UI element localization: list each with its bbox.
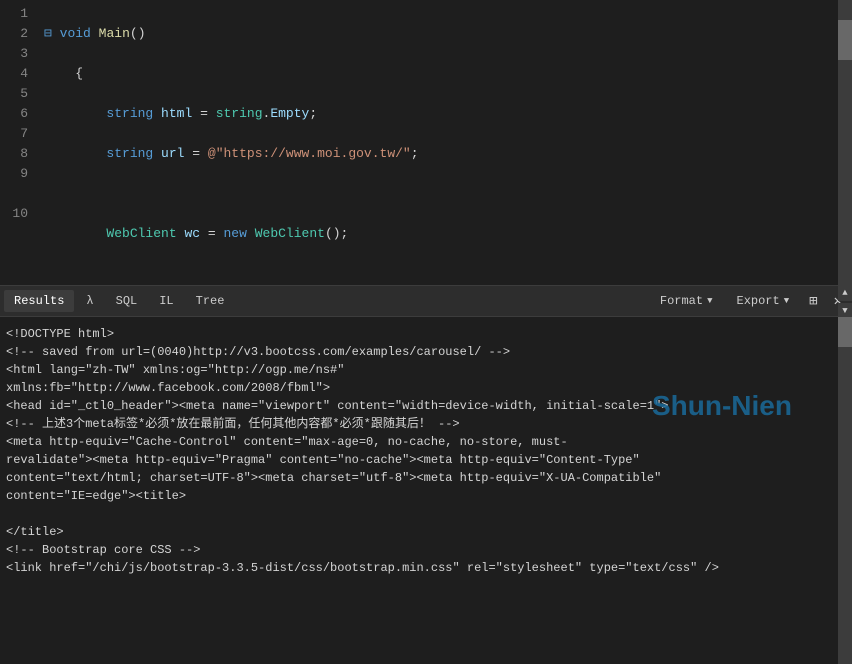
- export-button[interactable]: Export ▼: [727, 291, 800, 311]
- tab-sql[interactable]: SQL: [106, 290, 148, 312]
- output-panel: Shun-Nien <!DOCTYPE html> <!-- saved fro…: [0, 317, 852, 664]
- watermark: Shun-Nien: [652, 397, 792, 415]
- toolbar-tabs: Results λ SQL IL Tree: [4, 290, 650, 312]
- toolbar: Results λ SQL IL Tree Format ▼ Export ▼ …: [0, 285, 852, 317]
- scroll-arrows: ▲ ▼: [838, 285, 852, 319]
- format-button[interactable]: Format ▼: [650, 291, 723, 311]
- toolbar-actions: Format ▼ Export ▼ ⊞ ✕: [650, 290, 848, 313]
- export-label: Export: [737, 294, 780, 308]
- tab-lambda[interactable]: λ: [76, 290, 103, 312]
- scroll-up-arrow[interactable]: ▲: [838, 285, 852, 301]
- format-label: Format: [660, 294, 703, 308]
- format-chevron-icon: ▼: [707, 296, 712, 306]
- export-chevron-icon: ▼: [784, 296, 789, 306]
- code-editor: 1 2 3 4 5 6 7 8 9 10 ⊟ void Main() { str…: [0, 0, 852, 285]
- line-numbers: 1 2 3 4 5 6 7 8 9 10: [0, 0, 36, 285]
- tab-tree[interactable]: Tree: [186, 290, 235, 312]
- code-content: ⊟ void Main() { string html = string.Emp…: [36, 0, 852, 285]
- code-scrollbar[interactable]: [838, 0, 852, 285]
- tab-il[interactable]: IL: [149, 290, 183, 312]
- output-text: <!DOCTYPE html> <!-- saved from url=(004…: [6, 325, 846, 577]
- output-scrollbar[interactable]: [838, 317, 852, 664]
- grid-button[interactable]: ⊞: [803, 290, 823, 313]
- tab-results[interactable]: Results: [4, 290, 74, 312]
